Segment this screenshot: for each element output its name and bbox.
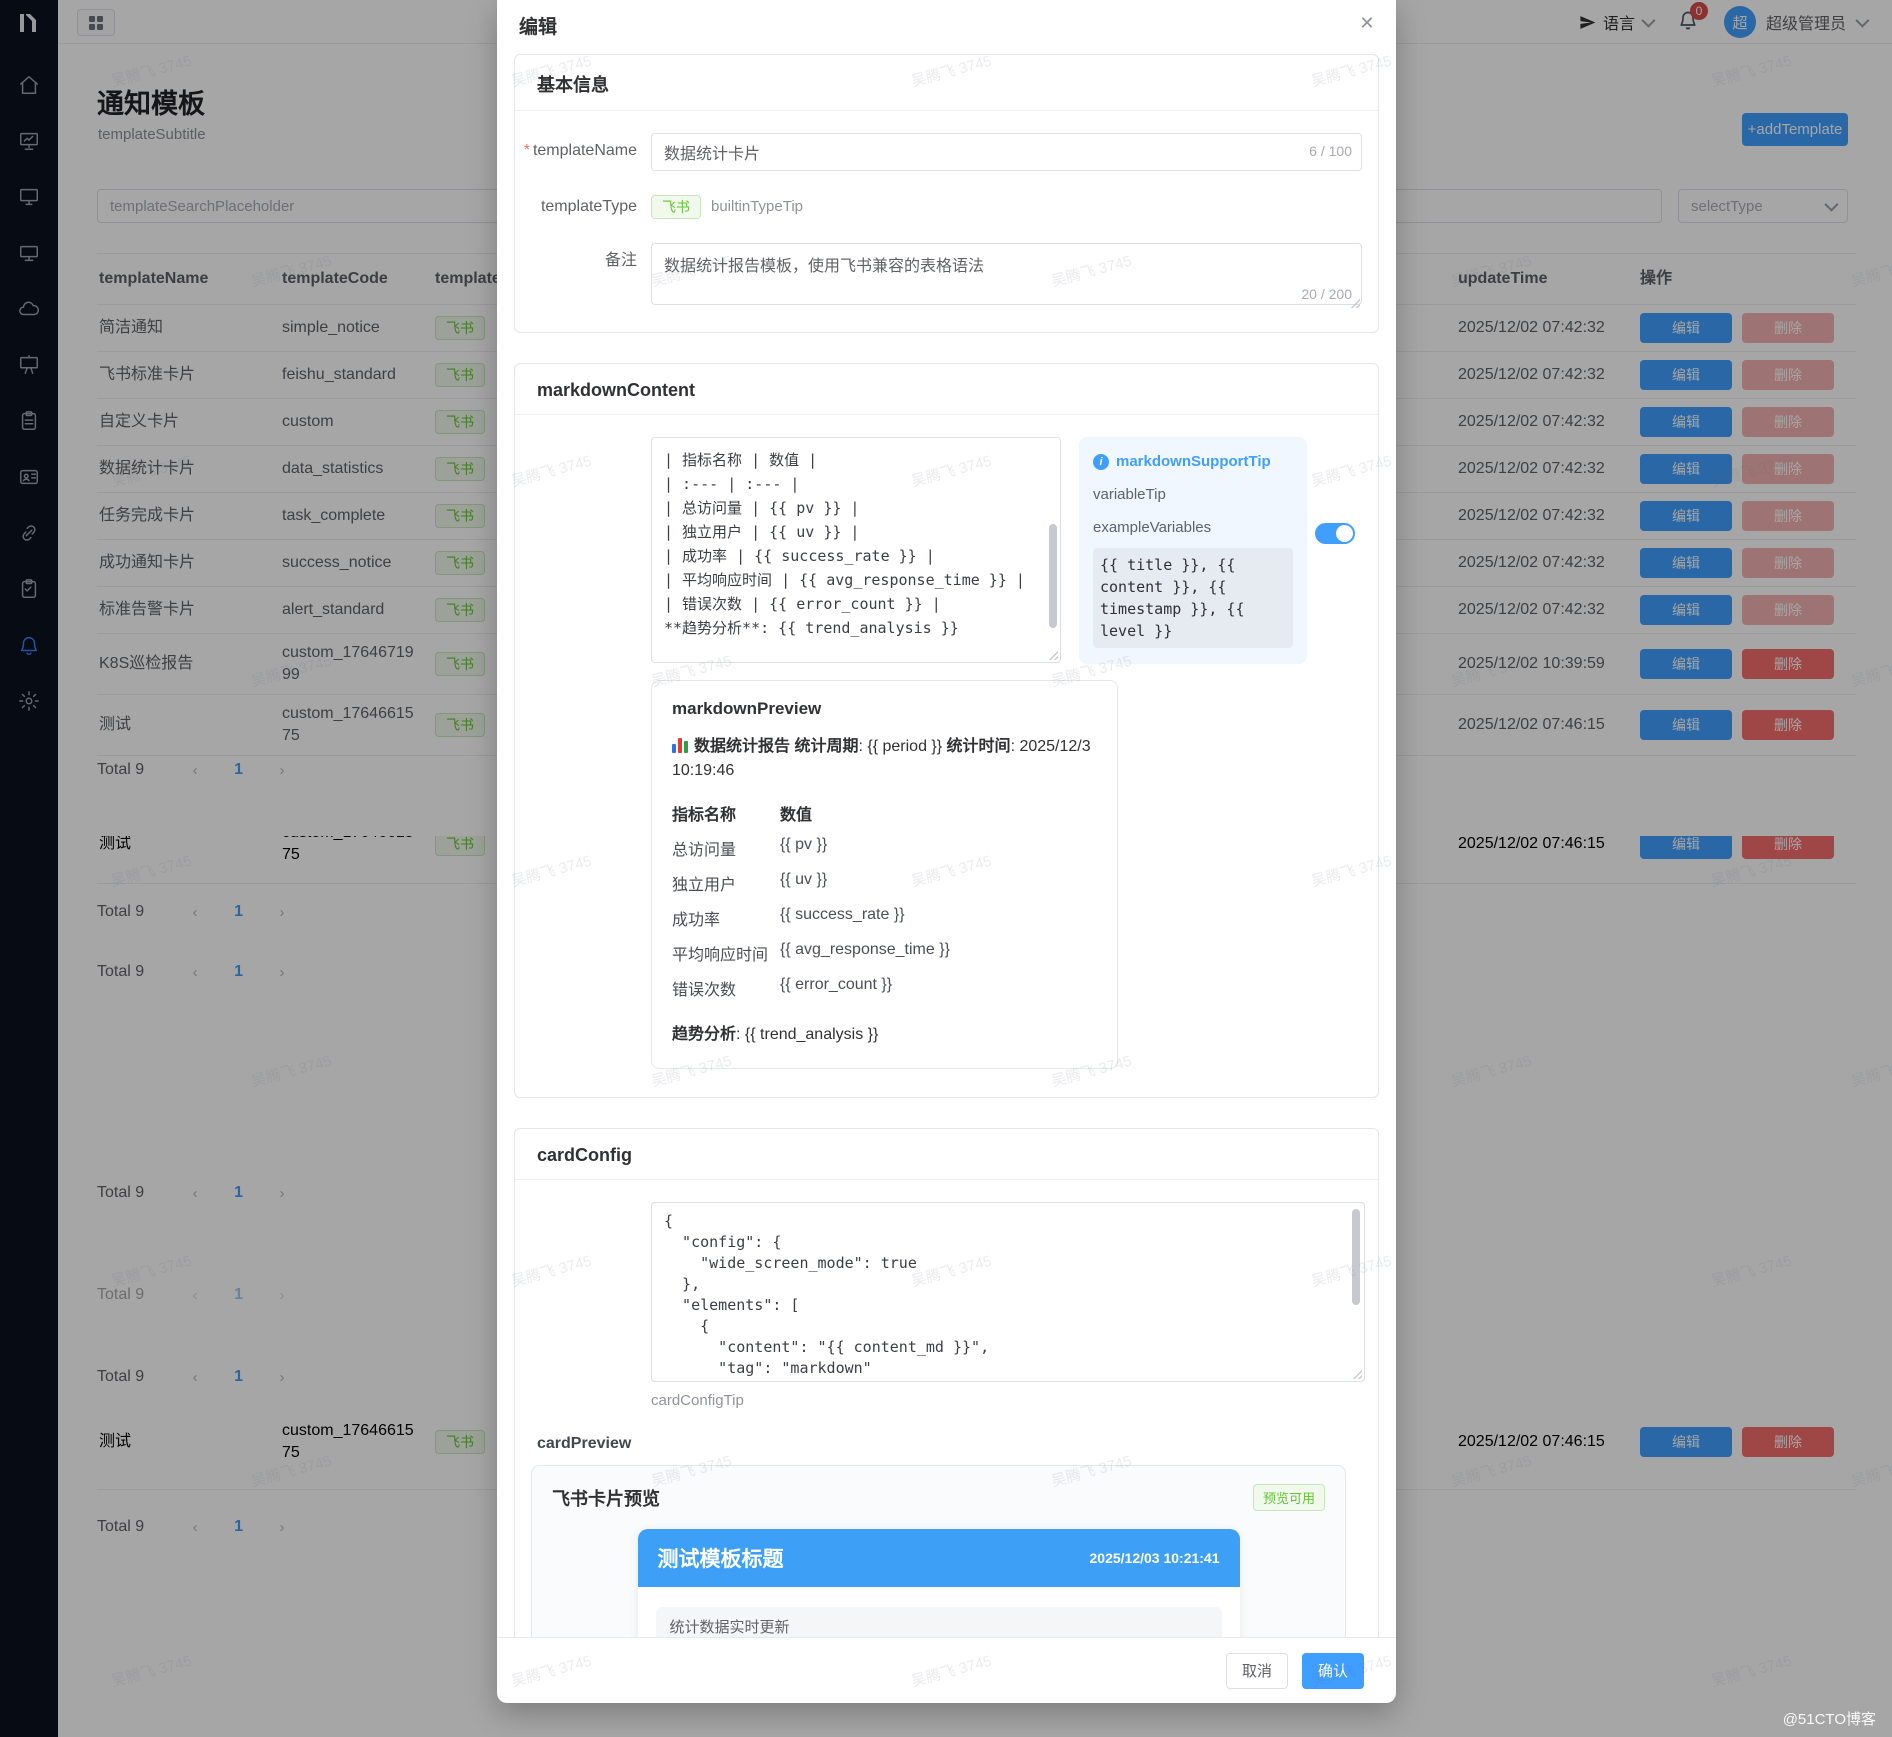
card-config-title: cardConfig [515, 1129, 1378, 1180]
brand-watermark: @51CTO博客 [1782, 1711, 1876, 1728]
markdown-editor[interactable]: ⎯⎯ ⎯⎯⎯ ⎯⎯ | 指标名称 | 数值 || :--- | :--- || … [651, 437, 1061, 663]
card-config-editor[interactable]: { "config": { "wide_screen_mode": true }… [651, 1202, 1365, 1382]
editor-line: }, [664, 1275, 701, 1293]
report-title-segment: 数据统计报告 [694, 738, 795, 755]
example-variables-label: exampleVariables [1093, 519, 1212, 536]
metric-value: {{ error_count }} [780, 976, 893, 993]
confirm-button[interactable]: 确认 [1302, 1652, 1364, 1689]
remark-textarea[interactable]: 数据统计报告模板，使用飞书兼容的表格语法 [651, 243, 1362, 305]
trend-line: 趋势分析: {{ trend_analysis }} [672, 1026, 879, 1043]
editor-line: | 成功率 | {{ success_rate }} | [664, 547, 935, 565]
report-title-line: 数据统计报告 统计周期: {{ period }} 统计时间: 2025/12/… [672, 735, 1097, 783]
bar-chart-icon [672, 738, 688, 753]
basic-info-section: 基本信息 *templateName 6 / 100 templateType … [514, 54, 1379, 333]
feishu-card: 测试模板标题 2025/12/03 10:21:41 统计数据实时更新 [637, 1529, 1240, 1637]
editor-line: "config": { [664, 1233, 782, 1251]
resize-handle[interactable] [1351, 1368, 1362, 1379]
metric-value: {{ pv }} [780, 836, 828, 853]
markdown-support-tip: markdownSupportTip [1116, 453, 1271, 470]
card-timestamp: 2025/12/03 10:21:41 [1089, 1550, 1220, 1566]
metric-header: 指标名称 [672, 807, 737, 824]
cancel-button[interactable]: 取消 [1226, 1652, 1288, 1689]
name-char-counter: 6 / 100 [1309, 143, 1352, 159]
editor-line: "tag": "markdown" [664, 1359, 872, 1377]
feishu-preview-title: 飞书卡片预览 [552, 1488, 660, 1509]
metric-value: {{ avg_response_time }} [780, 941, 950, 958]
info-icon: i [1093, 453, 1109, 470]
close-icon[interactable]: ✕ [1354, 10, 1380, 36]
feishu-card-preview-box: 飞书卡片预览 预览可用 测试模板标题 2025/12/03 10:21:41 统… [531, 1465, 1346, 1637]
markdown-preview-label: markdownPreview [672, 699, 822, 718]
remark-label: 备注 [604, 252, 637, 269]
editor-line: | :--- | :--- | [664, 475, 800, 493]
editor-line: | 错误次数 | {{ error_count }} | [664, 595, 941, 613]
remark-char-counter: 20 / 200 [1301, 286, 1352, 302]
editor-line: "wide_screen_mode": true [664, 1254, 917, 1272]
markdown-content-title: markdownContent [515, 364, 1378, 415]
metric-name: 独立用户 [672, 877, 737, 894]
editor-line: | 总访问量 | {{ pv }} | [664, 499, 860, 517]
editor-line: | 独立用户 | {{ uv }} | [664, 523, 860, 541]
metric-name: 总访问量 [672, 842, 737, 859]
resize-handle[interactable] [1047, 649, 1058, 660]
template-name-input[interactable] [651, 133, 1362, 171]
example-variables-code: {{ title }}, {{ content }}, {{ timestamp… [1093, 548, 1293, 648]
editor-line: | 平均响应时间 | {{ avg_response_time }} | [664, 571, 1025, 589]
metrics-table: 指标名称 数值总访问量 {{ pv }} 独立用户 {{ uv }} 成功率 {{ succ… [672, 801, 1097, 1000]
edit-template-modal: 编辑 ✕ 基本信息 *templateName 6 / 100 template… [497, 0, 1396, 1703]
report-title-segment: : {{ period }} [858, 738, 947, 755]
editor-line: **趋势分析**: {{ trend_analysis }} [664, 619, 959, 637]
variable-tip: variableTip [1093, 486, 1166, 503]
metric-name: 成功率 [672, 912, 721, 929]
editor-scrollbar[interactable] [1049, 524, 1057, 628]
report-title-segment: 统计周期 [794, 738, 859, 755]
template-name-label: * templateName [523, 142, 637, 159]
report-title-segment: 统计时间 [946, 738, 1011, 755]
preview-available-badge: 预览可用 [1252, 1484, 1325, 1511]
metric-header: 数值 [780, 807, 813, 824]
card-preview-label: cardPreview [537, 1435, 632, 1452]
metric-name: 平均响应时间 [672, 947, 769, 964]
card-title: 测试模板标题 [657, 1548, 784, 1571]
builtin-type-tip: builtinTypeTip [711, 198, 803, 215]
editor-scrollbar[interactable] [1352, 1209, 1360, 1305]
editor-line: "elements": [ [664, 1296, 800, 1314]
card-body-text: 统计数据实时更新 [655, 1607, 1222, 1637]
editor-line: { [664, 1212, 674, 1230]
editor-line: "content": "{{ content_md }}", [664, 1338, 990, 1356]
card-config-tip: cardConfigTip [651, 1392, 744, 1409]
template-type-tag: 飞书 [651, 195, 701, 219]
metric-name: 错误次数 [672, 982, 737, 999]
metric-value: {{ uv }} [780, 871, 828, 888]
card-config-section: cardConfig { "config": { "wide_screen_mo… [514, 1128, 1379, 1637]
editor-line: } [664, 1379, 1348, 1381]
preview-toggle[interactable] [1315, 523, 1355, 544]
markdown-preview-panel: markdownPreview 数据统计报告 统计周期: {{ period }… [651, 680, 1118, 1069]
markdown-support-tipbox: i markdownSupportTip variableTip example… [1079, 437, 1307, 664]
editor-line: | 指标名称 | 数值 | [664, 451, 818, 469]
basic-info-title: 基本信息 [515, 55, 1378, 111]
metric-value: {{ success_rate }} [780, 906, 905, 923]
template-type-label: templateType [540, 198, 637, 215]
editor-line: { [664, 1317, 710, 1335]
modal-title: 编辑 [519, 17, 558, 38]
markdown-content-section: markdownContent ⎯⎯ ⎯⎯⎯ ⎯⎯ | 指标名称 | 数值 ||… [514, 363, 1379, 1098]
